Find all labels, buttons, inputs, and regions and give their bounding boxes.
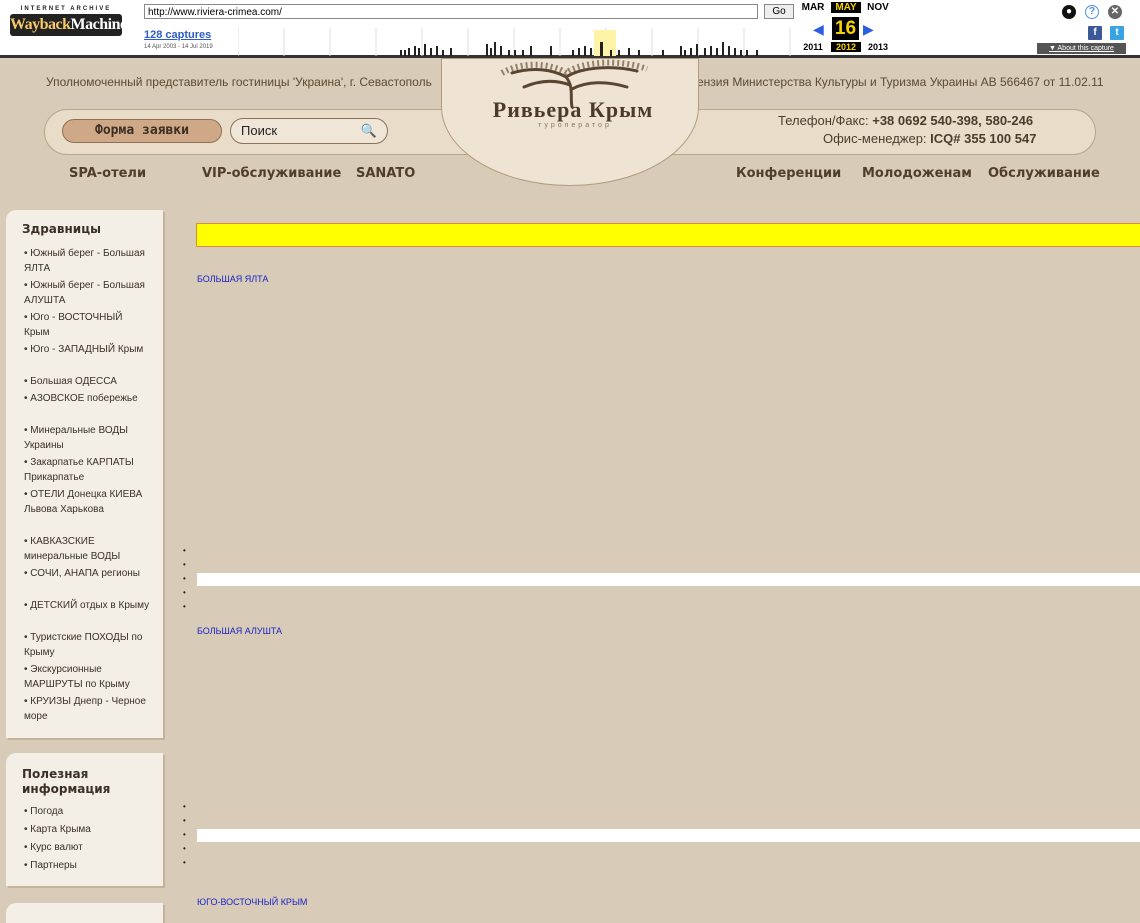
nav-service[interactable]: Обслуживание <box>988 166 1100 181</box>
user-icon[interactable]: ● <box>1062 5 1076 19</box>
list-bullet: • <box>183 844 186 853</box>
region-link-yalta[interactable]: БОЛЬШАЯ ЯЛТА <box>197 274 268 284</box>
content-separator <box>197 829 1140 842</box>
phone-line: Телефон/Факс: +38 0692 540-398, 580-246 <box>778 113 1034 128</box>
sidebar-item-cruises[interactable]: • КРУИЗЫ Днепр - Черное море <box>24 694 150 724</box>
wayback-logo-word: WaybackMachine <box>10 14 127 36</box>
nav-newlyweds[interactable]: Молодоженам <box>862 166 972 181</box>
about-capture-button[interactable]: ▼ About this capture <box>1037 43 1126 54</box>
nav-spa-hotels[interactable]: SPA-отели <box>69 166 146 181</box>
sidebar-item-partners[interactable]: • Партнеры <box>24 858 150 873</box>
facebook-icon[interactable]: f <box>1088 26 1102 40</box>
wayback-toolbar: INTERNET ARCHIVE WaybackMachine http://w… <box>0 0 1140 58</box>
close-icon[interactable]: ✕ <box>1108 5 1122 19</box>
phone-value: +38 0692 540-398, 580-246 <box>872 113 1034 128</box>
representative-text: Уполномоченный представитель гостиницы '… <box>46 75 432 89</box>
list-bullet: • <box>183 858 186 867</box>
highlight-banner <box>196 223 1140 247</box>
sidebar-item-weather[interactable]: • Погода <box>24 804 150 819</box>
search-icon[interactable]: 🔍 <box>361 123 377 139</box>
region-link-southeast[interactable]: ЮГО-ВОСТОЧНЫЙ КРЫМ <box>197 897 307 907</box>
sidebar-item-alushta[interactable]: • Южный берег - Большая АЛУШТА <box>24 278 150 308</box>
sidebar-item-map[interactable]: • Карта Крыма <box>24 822 150 837</box>
sidebar-item-kids-rest[interactable]: • ДЕТСКИЙ отдых в Крыму <box>24 598 150 613</box>
nav-vip-service[interactable]: VIP-обслуживание <box>202 166 341 181</box>
nav-conferences[interactable]: Конференции <box>736 166 841 181</box>
icq-value: ICQ# 355 100 547 <box>930 131 1037 146</box>
year-next[interactable]: 2013 <box>863 42 893 52</box>
list-bullet: • <box>183 802 186 811</box>
sidebar-item-currency[interactable]: • Курс валют <box>24 840 150 855</box>
capture-day: 16 <box>832 17 859 40</box>
month-next[interactable]: NOV <box>863 2 893 13</box>
sidebar-item-mineral-waters-ukraine[interactable]: • Минеральные ВОДЫ Украины <box>24 423 150 453</box>
sidebar-item-caucasus-waters[interactable]: • КАВКАЗСКИЕ минеральные ВОДЫ <box>24 534 150 564</box>
nav-sanato[interactable]: SANATO <box>356 166 415 181</box>
site-header: Уполномоченный представитель гостиницы '… <box>0 58 1140 194</box>
sidebar-item-odessa[interactable]: • Большая ОДЕССА <box>24 374 150 389</box>
content-separator <box>197 573 1140 586</box>
help-icon[interactable]: ? <box>1085 5 1099 19</box>
wayback-go-button[interactable]: Go <box>764 4 794 19</box>
capture-sparkline[interactable] <box>238 28 794 56</box>
search-placeholder: Поиск <box>241 123 278 138</box>
twitter-icon[interactable]: t <box>1110 26 1124 40</box>
sidebar-item-east-crimea[interactable]: • Юго - ВОСТОЧНЫЙ Крым <box>24 310 150 340</box>
list-bullet: • <box>183 546 186 555</box>
order-form-button[interactable]: Форма заявки <box>62 119 222 143</box>
panel-title-health: Здравницы <box>22 222 101 236</box>
sidebar-item-excursions[interactable]: • Экскурсионные МАРШРУТЫ по Крыму <box>24 662 150 692</box>
sidebar-item-sochi-anapa[interactable]: • СОЧИ, АНАПА регионы <box>24 566 150 581</box>
next-capture-arrow-icon[interactable]: ▶ <box>863 21 874 38</box>
sidebar-item-city-hotels[interactable]: • ОТЕЛИ Донецка КИЕВА Львова Харькова <box>24 487 150 517</box>
captures-date-range: 14 Apr 2003 - 14 Jul 2019 <box>144 44 213 50</box>
panel-title-info: Полезная информация <box>22 767 111 796</box>
month-current: MAY <box>831 2 861 13</box>
wayback-url-input[interactable]: http://www.riviera-crimea.com/ <box>144 4 758 19</box>
list-bullet: • <box>183 574 186 583</box>
captures-link[interactable]: 128 captures <box>144 29 211 41</box>
wayback-logo[interactable]: INTERNET ARCHIVE WaybackMachine <box>10 6 127 48</box>
sidebar-item-carpathians[interactable]: • Закарпатье КАРПАТЫ Прикарпатье <box>24 455 150 485</box>
sidebar-item-west-crimea[interactable]: • Юго - ЗАПАДНЫЙ Крым <box>24 342 150 357</box>
brand-tagline: туроператор <box>538 122 612 129</box>
list-bullet: • <box>183 560 186 569</box>
list-bullet: • <box>183 602 186 611</box>
brand-name: Ривьера Крым <box>492 97 654 122</box>
sidebar-item-azov[interactable]: • АЗОВСКОЕ побережье <box>24 391 150 406</box>
year-current: 2012 <box>831 42 861 52</box>
prev-capture-arrow-icon[interactable]: ◀ <box>813 21 824 38</box>
main-nav: SPA-отели VIP-обслуживание SANATO Конфер… <box>0 164 1140 194</box>
region-link-alushta[interactable]: БОЛЬШАЯ АЛУШТА <box>197 626 282 636</box>
license-text: ензия Министерства Культуры и Туризма Ук… <box>697 75 1104 89</box>
wayback-logo-top: INTERNET ARCHIVE <box>20 6 112 12</box>
list-bullet: • <box>183 588 186 597</box>
year-prev[interactable]: 2011 <box>798 42 828 52</box>
office-line: Офис-менеджер: ICQ# 355 100 547 <box>823 131 1037 146</box>
search-input[interactable]: Поиск 🔍 <box>230 118 388 144</box>
month-prev[interactable]: MAR <box>798 2 828 13</box>
list-bullet: • <box>183 830 186 839</box>
sidebar-panel-partial <box>6 903 163 923</box>
list-bullet: • <box>183 816 186 825</box>
sidebar-item-hiking[interactable]: • Туристские ПОХОДЫ по Крыму <box>24 630 150 660</box>
sidebar-item-yalta[interactable]: • Южный берег - Большая ЯЛТА <box>24 246 150 276</box>
